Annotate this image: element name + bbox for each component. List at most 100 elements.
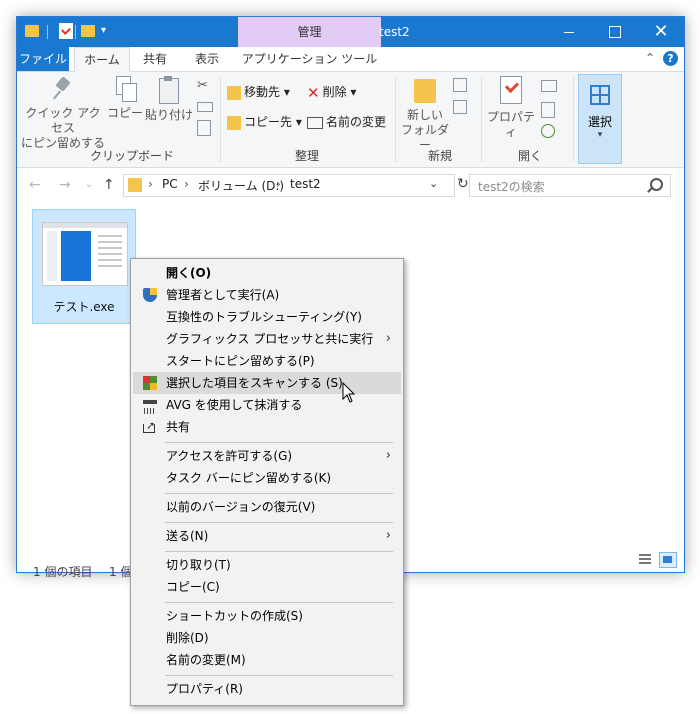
menu-item-restore-previous[interactable]: 以前のバージョンの復元(V): [133, 496, 401, 518]
menu-item-rename[interactable]: 名前の変更(M): [133, 649, 401, 671]
rename-icon: [307, 116, 323, 129]
menu-item-pin-to-taskbar[interactable]: タスク バーにピン留めする(K): [133, 467, 401, 489]
share-icon: [143, 415, 157, 437]
quick-access-dropdown-icon[interactable]: ▾: [101, 25, 106, 43]
copy-to-button[interactable]: コピー先 ▾: [227, 112, 302, 132]
select-label: 選択: [587, 115, 612, 129]
pin-quick-access-button[interactable]: クイック アクセス にピン留めする: [21, 76, 105, 151]
breadcrumb-pc[interactable]: PC: [162, 177, 178, 191]
file-thumbnail: [42, 222, 128, 286]
menu-item-label: プロパティ(R): [166, 682, 243, 696]
pin-label-line1: クイック アクセス: [25, 106, 101, 135]
avg-logo-icon: [143, 376, 157, 390]
help-icon[interactable]: ?: [663, 51, 678, 66]
window-title: test2: [379, 25, 410, 39]
up-arrow-icon[interactable]: ↑: [103, 177, 115, 193]
tab-home[interactable]: ホーム: [74, 47, 130, 73]
breadcrumb-volume[interactable]: ボリューム (D:): [198, 177, 284, 194]
properties-button[interactable]: プロパティ: [485, 76, 537, 140]
copy-button[interactable]: コピー: [107, 76, 143, 121]
history-icon[interactable]: [541, 124, 555, 138]
delete-icon: ✕: [307, 83, 320, 102]
menu-item-label: 切り取り(T): [166, 558, 231, 572]
copy-label: コピー: [107, 106, 144, 120]
menu-item-delete[interactable]: 削除(D): [133, 627, 401, 649]
menu-item-label: スタートにピン留めする(P): [166, 354, 315, 368]
menu-item-label: AVG を使用して抹消する: [166, 398, 303, 412]
chevron-right-icon: ›: [184, 177, 189, 191]
menu-item-label: グラフィックス プロセッサと共に実行: [166, 332, 374, 346]
menu-item-label: 削除(D): [166, 631, 209, 645]
menu-item-give-access[interactable]: アクセスを許可する(G) ›: [133, 445, 401, 467]
copy-to-label: コピー先: [244, 115, 293, 129]
menu-item-label: 送る(N): [166, 529, 209, 543]
maximize-button[interactable]: [592, 17, 638, 47]
menu-item-label: タスク バーにピン留めする(K): [166, 471, 332, 485]
breadcrumb-test2[interactable]: test2: [290, 177, 321, 191]
large-icons-view-icon[interactable]: [659, 552, 677, 568]
file-item[interactable]: テスト.exe: [32, 209, 136, 324]
copy-path-icon[interactable]: [197, 102, 213, 112]
menu-item-send-to[interactable]: 送る(N) ›: [133, 525, 401, 547]
chevron-right-icon: ›: [385, 528, 391, 543]
delete-button[interactable]: ✕ 削除 ▾: [307, 82, 356, 102]
tab-share[interactable]: 共有: [131, 47, 179, 71]
new-item-icon[interactable]: [453, 78, 467, 92]
address-bar[interactable]: › PC › ボリューム (D:) › test2 ⌄: [123, 174, 455, 197]
menu-separator: [165, 442, 393, 443]
tab-view[interactable]: 表示: [183, 47, 231, 71]
select-button[interactable]: 選択 ▾: [578, 74, 622, 164]
menu-item-share[interactable]: 共有: [133, 415, 401, 438]
refresh-icon[interactable]: ↻: [457, 176, 469, 192]
new-folder-button[interactable]: 新しい フォルダー: [400, 76, 450, 153]
paste-button[interactable]: 貼り付け: [145, 76, 193, 123]
address-dropdown-icon[interactable]: ⌄: [429, 177, 438, 190]
menu-item-scan-selected[interactable]: 選択した項目をスキャンする (S): [133, 372, 401, 394]
menu-item-run-with-gpu[interactable]: グラフィックス プロセッサと共に実行 ›: [133, 328, 401, 350]
menu-item-avg-shred[interactable]: AVG を使用して抹消する: [133, 394, 401, 416]
cut-icon[interactable]: ✂: [197, 78, 208, 93]
menu-item-run-as-admin[interactable]: 管理者として実行(A): [133, 284, 401, 306]
forward-arrow-icon[interactable]: →: [59, 177, 71, 193]
rename-button[interactable]: 名前の変更: [307, 112, 386, 132]
menu-item-create-shortcut[interactable]: ショートカットの作成(S): [133, 605, 401, 627]
easy-access-icon[interactable]: [453, 100, 467, 114]
search-icon: [650, 178, 663, 191]
copy-icon: [114, 76, 137, 102]
tab-file[interactable]: ファイル: [17, 47, 69, 71]
menu-item-troubleshoot-compat[interactable]: 互換性のトラブルシューティング(Y): [133, 306, 401, 328]
details-view-icon[interactable]: [637, 552, 653, 566]
menu-item-label: 管理者として実行(A): [166, 288, 280, 302]
quick-access-properties-icon[interactable]: [59, 23, 73, 39]
collapse-ribbon-icon[interactable]: ⌃: [645, 51, 655, 65]
close-icon: ✕: [653, 21, 669, 42]
back-arrow-icon[interactable]: ←: [29, 177, 41, 193]
minimize-button[interactable]: [546, 17, 592, 47]
close-button[interactable]: ✕: [638, 17, 684, 47]
menu-item-open[interactable]: 開く(O): [133, 262, 401, 284]
pin-icon: [52, 76, 74, 102]
menu-item-label: ショートカットの作成(S): [166, 609, 303, 623]
menu-separator: [165, 602, 393, 603]
status-item-count: 1 個の項目: [33, 565, 93, 579]
menu-item-properties[interactable]: プロパティ(R): [133, 678, 401, 700]
title-bar[interactable]: ▾ 管理 test2 ✕: [17, 17, 684, 47]
menu-item-cut[interactable]: 切り取り(T): [133, 554, 401, 576]
divider: [573, 76, 574, 162]
menu-item-label: 開く(O): [166, 266, 212, 280]
move-to-button[interactable]: 移動先 ▾: [227, 82, 290, 102]
copy-to-icon: [227, 115, 241, 130]
menu-separator: [165, 675, 393, 676]
menu-item-copy[interactable]: コピー(C): [133, 576, 401, 598]
quick-access-new-folder-icon[interactable]: [81, 25, 95, 37]
tab-application-tools[interactable]: アプリケーション ツール: [238, 47, 381, 71]
paste-shortcut-icon[interactable]: [197, 120, 211, 136]
menu-item-pin-to-start[interactable]: スタートにピン留めする(P): [133, 350, 401, 372]
search-box[interactable]: test2の検索: [469, 174, 671, 197]
divider: [395, 76, 396, 162]
open-icon[interactable]: [541, 80, 557, 92]
properties-icon: [498, 76, 524, 106]
recent-locations-icon[interactable]: ⌄: [85, 179, 93, 190]
select-icon: [590, 85, 610, 105]
edit-icon[interactable]: [541, 102, 555, 118]
